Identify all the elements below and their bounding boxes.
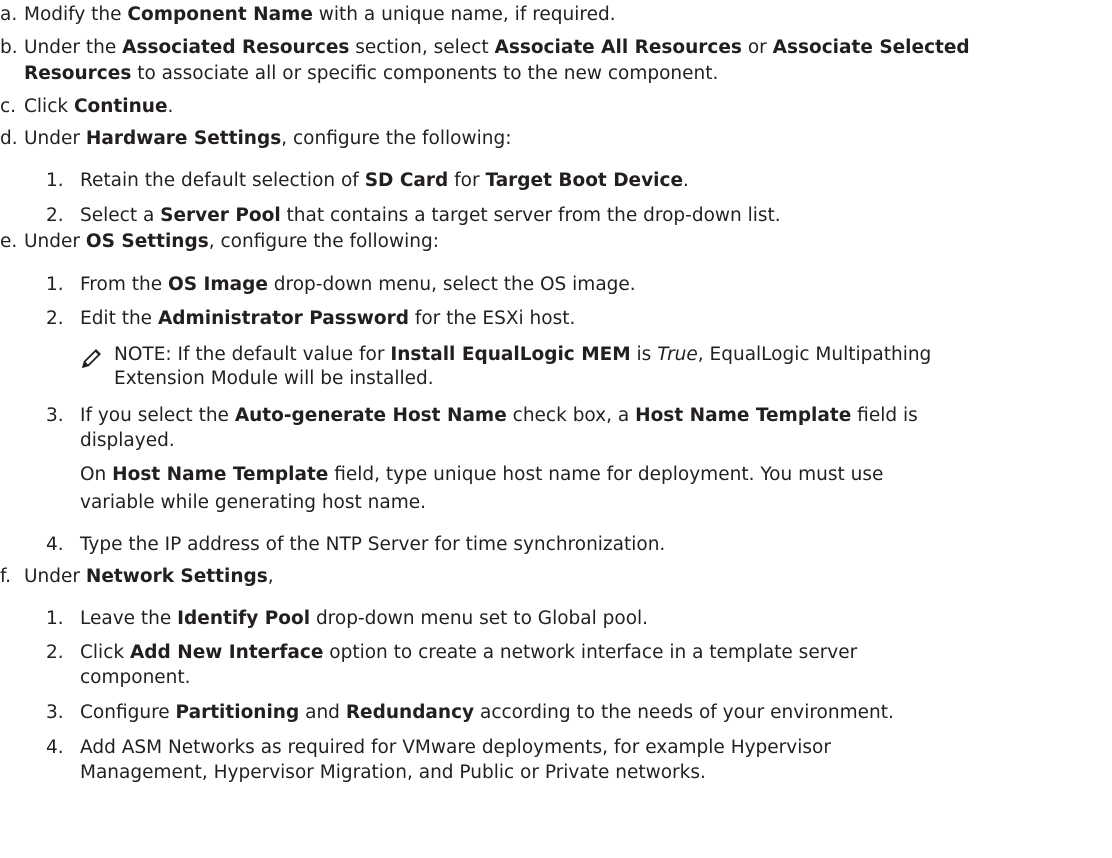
item-d-text: Under Hardware Settings, configure the f… <box>24 128 512 149</box>
item-d-step2-number: 2. <box>46 205 64 226</box>
item-e-text: Under OS Settings, configure the followi… <box>24 231 439 252</box>
note-label: NOTE: <box>114 344 172 365</box>
item-b-text-line2: Resources to associate all or specific c… <box>24 63 719 84</box>
item-d-marker: d. <box>0 128 18 149</box>
administrator-password-term: Administrator Password <box>157 308 409 329</box>
item-e-step3-para-line1: On Host Name Template field, type unique… <box>80 464 884 485</box>
host-name-template-term-2: Host Name Template <box>112 464 329 485</box>
associate-all-resources-term: Associate All Resources <box>494 37 742 58</box>
item-f-step1-number: 1. <box>46 608 64 629</box>
sd-card-term: SD Card <box>364 170 449 191</box>
item-a-marker: a. <box>0 4 18 25</box>
item-f-step2-text-line2: component. <box>80 667 191 688</box>
associate-selected-term: Associate Selected <box>772 37 970 58</box>
item-f-step3-text: Configure Partitioning and Redundancy ac… <box>80 702 894 723</box>
add-new-interface-term: Add New Interface <box>129 642 324 663</box>
auto-generate-host-name-term: Auto-generate Host Name <box>234 405 507 426</box>
item-b-text-line1: Under the Associated Resources section, … <box>24 37 970 58</box>
install-equallogic-mem-term: Install EqualLogic MEM <box>390 344 631 365</box>
item-e-step1-text: From the OS Image drop-down menu, select… <box>80 274 636 295</box>
associated-resources-term: Associated Resources <box>122 37 350 58</box>
item-e-step3-text-line2: displayed. <box>80 430 175 451</box>
item-f-step2-text-line1: Click Add New Interface option to create… <box>80 642 858 663</box>
item-c-text: Click Continue. <box>24 96 174 117</box>
item-e-step4-text: Type the IP address of the NTP Server fo… <box>80 534 666 555</box>
item-c-marker: c. <box>0 96 17 117</box>
item-e-step3-text-line1: If you select the Auto-generate Host Nam… <box>80 405 918 426</box>
resources-term: Resources <box>24 63 132 84</box>
os-image-term: OS Image <box>167 274 268 295</box>
server-pool-term: Server Pool <box>160 205 281 226</box>
item-e-marker: e. <box>0 231 18 252</box>
item-f-step4-number: 4. <box>46 737 64 758</box>
partitioning-term: Partitioning <box>175 702 300 723</box>
pencil-note-icon <box>80 346 104 370</box>
item-b-marker: b. <box>0 37 18 58</box>
note-text-line1: NOTE: If the default value for Install E… <box>114 344 932 365</box>
redundancy-term: Redundancy <box>345 702 475 723</box>
item-f-step1-text: Leave the Identify Pool drop-down menu s… <box>80 608 649 629</box>
item-d-step1-number: 1. <box>46 170 64 191</box>
item-e-step3-para-line2: variable while generating host name. <box>80 492 426 513</box>
note-text-line2: Extension Module will be installed. <box>114 368 434 389</box>
true-value: True <box>657 344 698 365</box>
item-e-step3-number: 3. <box>46 405 64 426</box>
network-settings-term: Network Settings <box>85 566 268 587</box>
item-e-step2-text: Edit the Administrator Password for the … <box>80 308 576 329</box>
item-f-step4-text-line2: Management, Hypervisor Migration, and Pu… <box>80 762 706 783</box>
os-settings-term: OS Settings <box>85 231 209 252</box>
host-name-template-term: Host Name Template <box>635 405 852 426</box>
item-d-step1-text: Retain the default selection of SD Card … <box>80 170 689 191</box>
item-f-marker: f. <box>0 566 12 587</box>
identify-pool-term: Identify Pool <box>177 608 311 629</box>
item-f-step2-number: 2. <box>46 642 64 663</box>
item-a-text: Modify the Component Name with a unique … <box>24 4 616 25</box>
item-e-step1-number: 1. <box>46 274 64 295</box>
item-e-step4-number: 4. <box>46 534 64 555</box>
item-f-step4-text-line1: Add ASM Networks as required for VMware … <box>80 737 831 758</box>
item-f-text: Under Network Settings, <box>24 566 274 587</box>
component-name-term: Component Name <box>127 4 313 25</box>
item-e-step2-number: 2. <box>46 308 64 329</box>
hardware-settings-term: Hardware Settings <box>85 128 282 149</box>
continue-term: Continue <box>73 96 168 117</box>
target-boot-device-term: Target Boot Device <box>485 170 684 191</box>
item-f-step3-number: 3. <box>46 702 64 723</box>
item-d-step2-text: Select a Server Pool that contains a tar… <box>80 205 781 226</box>
